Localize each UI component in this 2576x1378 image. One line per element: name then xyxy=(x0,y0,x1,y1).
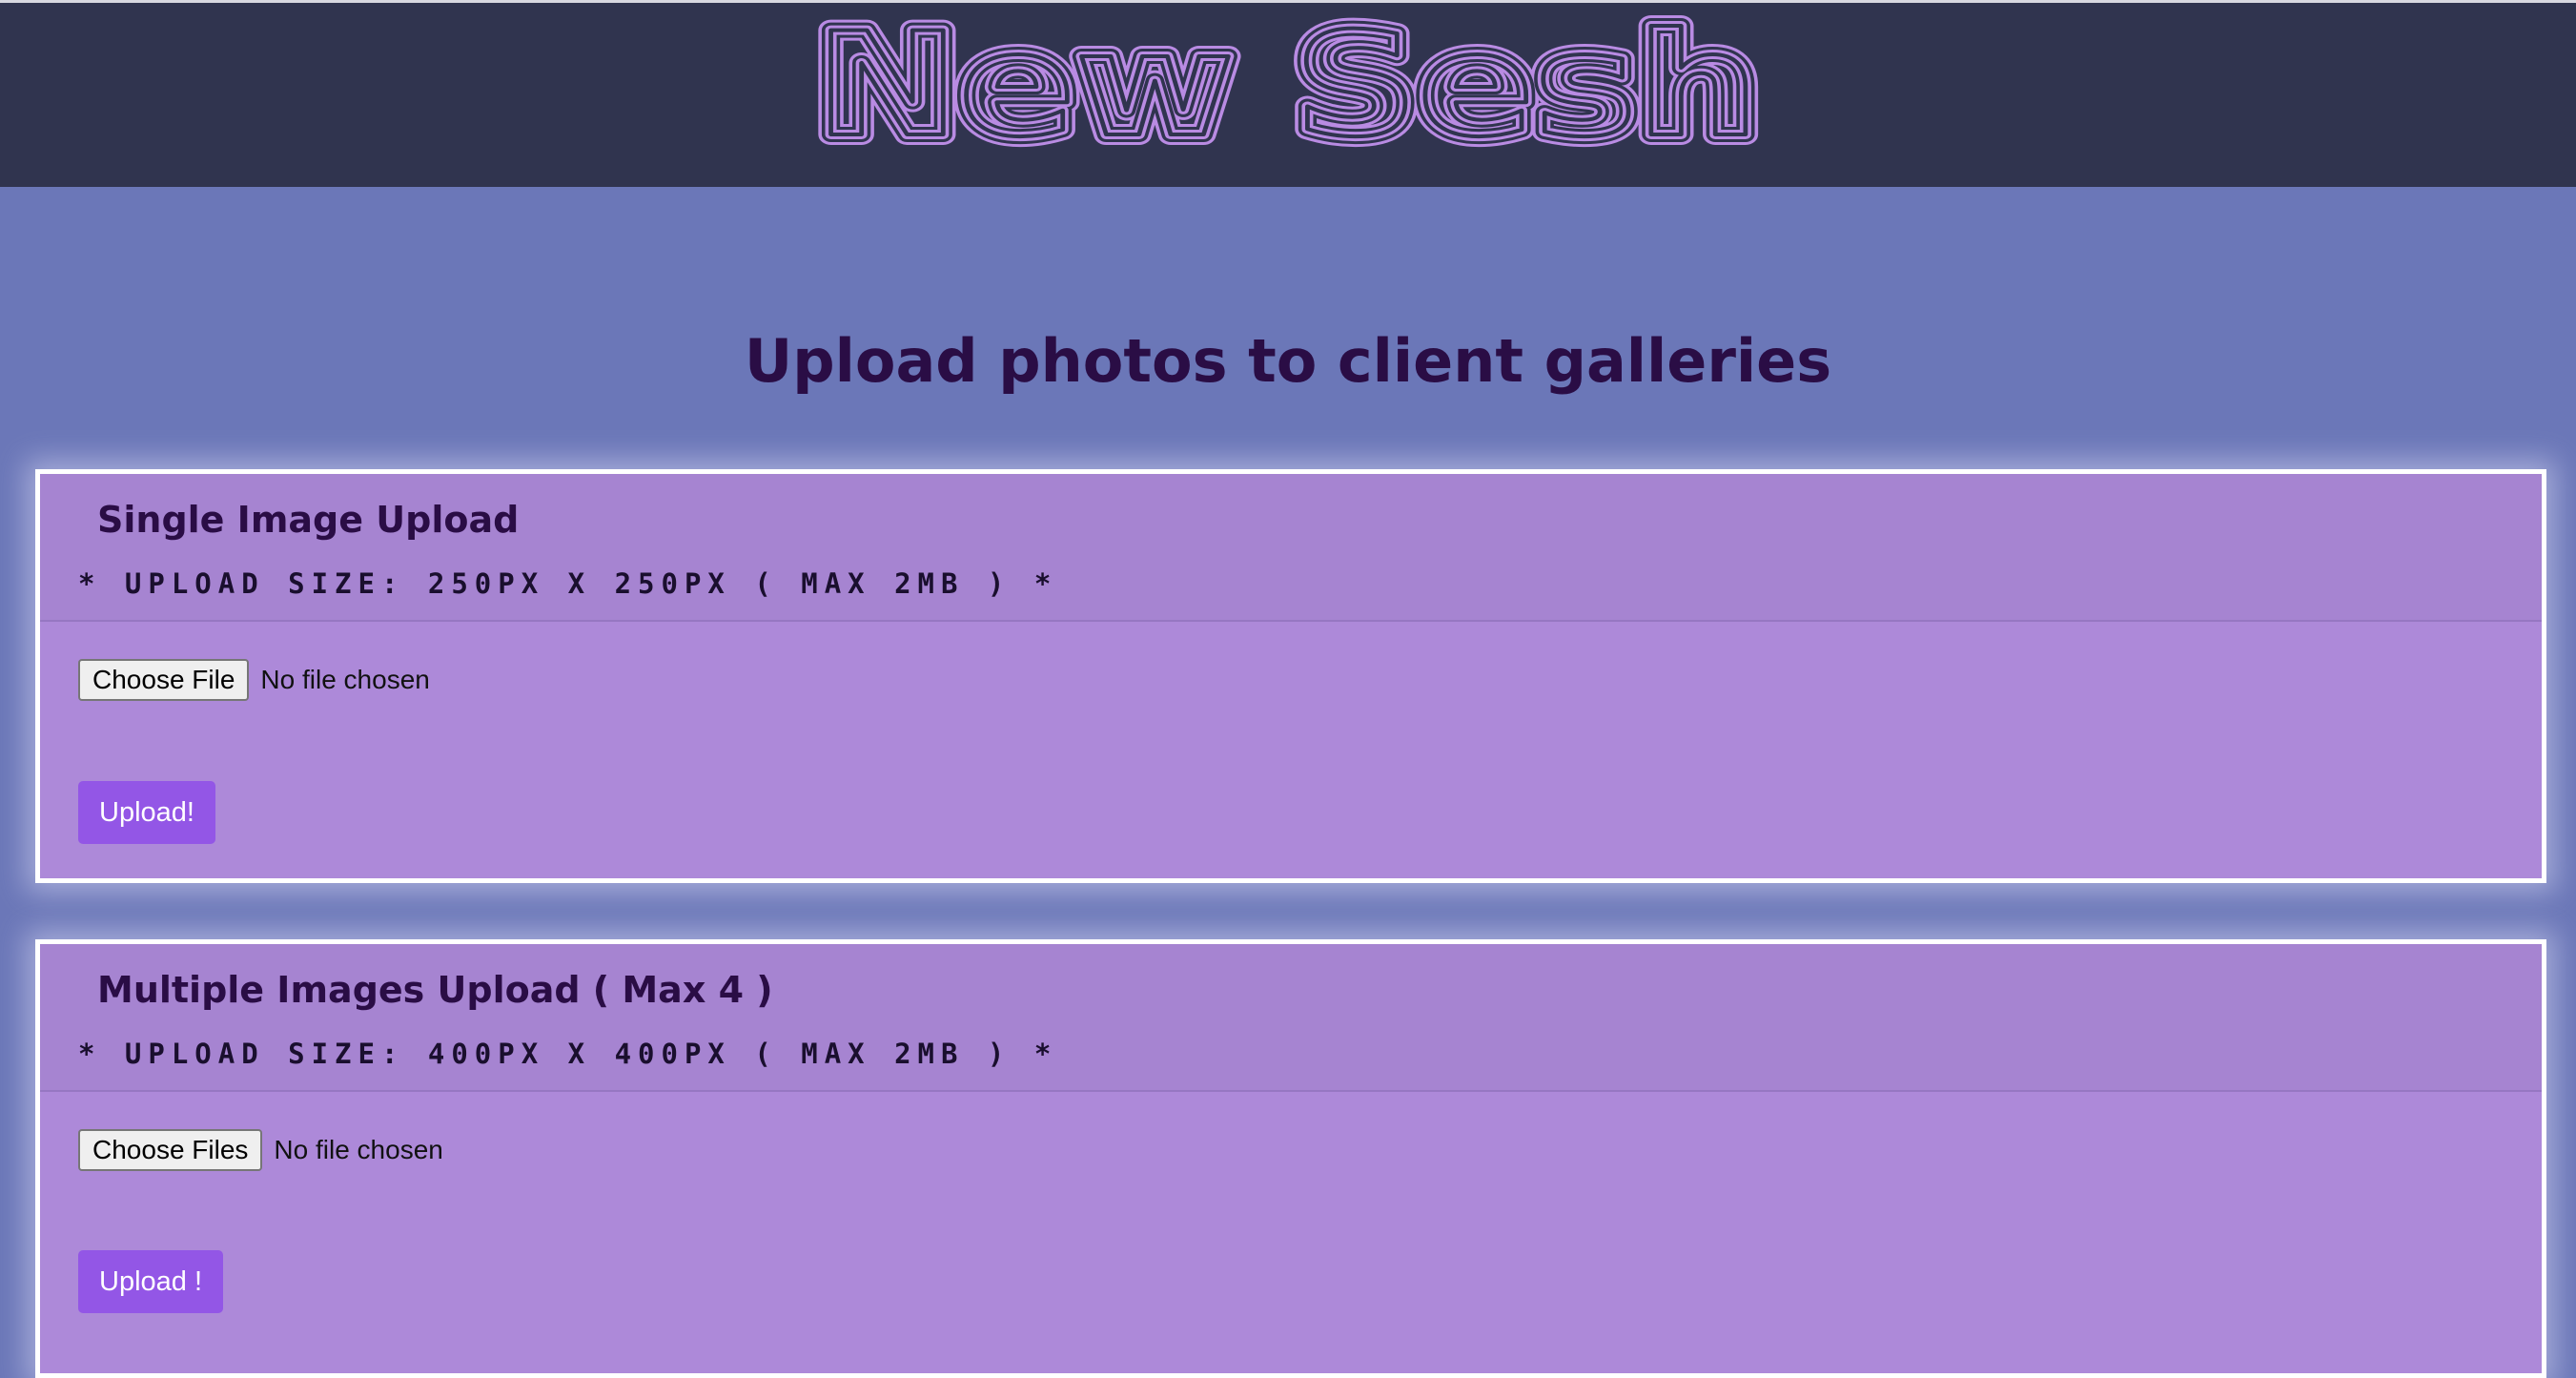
logo-text-inline-3: New Sesh xyxy=(815,3,1759,169)
multiple-upload-panel: Multiple Images Upload ( Max 4 ) * UPLOA… xyxy=(35,939,2546,1378)
choose-files-button[interactable]: Choose Files xyxy=(78,1129,263,1171)
multiple-file-input[interactable]: Choose Files No file chosen xyxy=(78,1129,443,1171)
multiple-file-status: No file chosen xyxy=(274,1134,443,1164)
page-title: Upload photos to client galleries xyxy=(744,326,1832,396)
single-file-input[interactable]: Choose File No file chosen xyxy=(78,659,430,701)
single-upload-header: Single Image Upload * UPLOAD SIZE: 250PX… xyxy=(40,474,2542,622)
single-file-status: No file chosen xyxy=(260,664,430,694)
multiple-upload-header: Multiple Images Upload ( Max 4 ) * UPLOA… xyxy=(40,944,2542,1092)
site-logo[interactable]: New Sesh New Sesh New Sesh New Sesh xyxy=(801,0,1773,179)
single-upload-button[interactable]: Upload! xyxy=(78,781,215,844)
multiple-upload-size-note: * UPLOAD SIZE: 400PX X 400PX ( MAX 2MB )… xyxy=(78,1038,1058,1070)
single-upload-panel: Single Image Upload * UPLOAD SIZE: 250PX… xyxy=(35,469,2546,883)
single-upload-size-note: * UPLOAD SIZE: 250PX X 250PX ( MAX 2MB )… xyxy=(78,567,1058,600)
choose-file-button[interactable]: Choose File xyxy=(78,659,250,701)
multiple-upload-title: Multiple Images Upload ( Max 4 ) xyxy=(97,969,773,1011)
multiple-upload-button[interactable]: Upload ! xyxy=(78,1250,224,1313)
top-bar: New Sesh New Sesh New Sesh New Sesh xyxy=(0,0,2576,187)
single-upload-title: Single Image Upload xyxy=(97,499,520,541)
